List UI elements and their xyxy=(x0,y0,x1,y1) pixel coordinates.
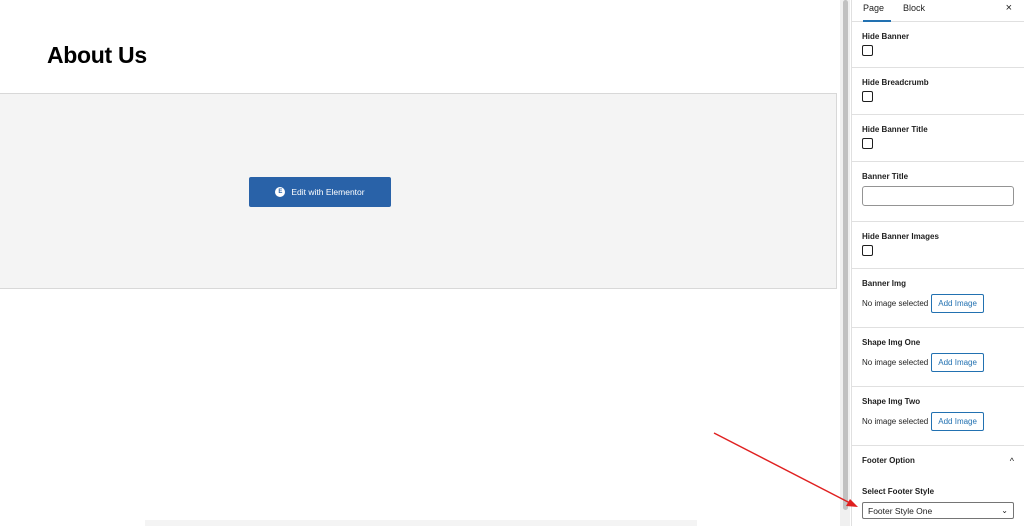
shape-img-two-status: No image selected xyxy=(862,417,929,426)
panel-hide-banner-title: Hide Banner Title xyxy=(852,115,1024,162)
footer-option-header[interactable]: Footer Option ^ xyxy=(852,446,1024,476)
close-icon[interactable]: × xyxy=(1006,2,1012,14)
edit-with-elementor-button[interactable]: E Edit with Elementor xyxy=(249,177,391,207)
sidebar-tabs: Page Block × xyxy=(852,0,1024,22)
panel-shape-img-one: Shape Img One No image selected Add Imag… xyxy=(852,328,1024,387)
panel-banner-img: Banner Img No image selected Add Image xyxy=(852,269,1024,328)
panel-banner-title: Banner Title xyxy=(852,162,1024,222)
banner-img-status: No image selected xyxy=(862,299,929,308)
shape-img-one-label: Shape Img One xyxy=(862,338,921,347)
canvas-scrollbar-thumb[interactable] xyxy=(843,0,848,510)
hide-banner-checkbox[interactable] xyxy=(862,45,873,56)
shape-img-one-status: No image selected xyxy=(862,358,929,367)
next-block-edge xyxy=(145,520,697,526)
shape-img-two-label: Shape Img Two xyxy=(862,397,921,406)
shape-img-two-add-button[interactable]: Add Image xyxy=(931,412,984,431)
hide-banner-images-checkbox[interactable] xyxy=(862,245,873,256)
banner-img-add-button[interactable]: Add Image xyxy=(931,294,984,313)
panel-hide-banner-images: Hide Banner Images xyxy=(852,222,1024,269)
hide-banner-images-label: Hide Banner Images xyxy=(862,232,939,241)
hide-breadcrumb-label: Hide Breadcrumb xyxy=(862,78,929,87)
panel-hide-breadcrumb: Hide Breadcrumb xyxy=(852,68,1024,115)
editor-canvas: About Us E Edit with Elementor xyxy=(0,0,845,526)
banner-title-label: Banner Title xyxy=(862,172,909,181)
panel-hide-banner: Hide Banner xyxy=(852,22,1024,68)
banner-img-label: Banner Img xyxy=(862,279,907,288)
shape-img-two-row: No image selected Add Image xyxy=(862,412,1014,431)
settings-sidebar: Page Block × Hide Banner Hide Breadcrumb… xyxy=(851,0,1024,526)
tab-block[interactable]: Block xyxy=(903,0,925,22)
footer-option-title: Footer Option xyxy=(862,456,915,465)
hide-breadcrumb-checkbox[interactable] xyxy=(862,91,873,102)
edit-with-elementor-label: Edit with Elementor xyxy=(291,187,365,197)
panel-shape-img-two: Shape Img Two No image selected Add Imag… xyxy=(852,387,1024,446)
page-title[interactable]: About Us xyxy=(47,42,147,69)
hide-banner-title-label: Hide Banner Title xyxy=(862,125,928,134)
footer-style-selected-value: Footer Style One xyxy=(868,505,933,516)
hide-banner-title-checkbox[interactable] xyxy=(862,138,873,149)
select-footer-style-label: Select Footer Style xyxy=(862,487,935,496)
footer-style-select[interactable]: Footer Style One ⌄ xyxy=(862,502,1014,519)
elementor-logo-icon: E xyxy=(275,187,286,197)
banner-img-row: No image selected Add Image xyxy=(862,294,1014,313)
hide-banner-label: Hide Banner xyxy=(862,32,910,41)
shape-img-one-row: No image selected Add Image xyxy=(862,353,1014,372)
shape-img-one-add-button[interactable]: Add Image xyxy=(931,353,984,372)
banner-title-input[interactable] xyxy=(862,186,1014,206)
chevron-down-icon: ⌄ xyxy=(1001,506,1008,515)
tab-page[interactable]: Page xyxy=(863,0,891,22)
chevron-up-icon[interactable]: ^ xyxy=(1010,456,1014,466)
elementor-placeholder-block[interactable]: E Edit with Elementor xyxy=(0,93,837,289)
